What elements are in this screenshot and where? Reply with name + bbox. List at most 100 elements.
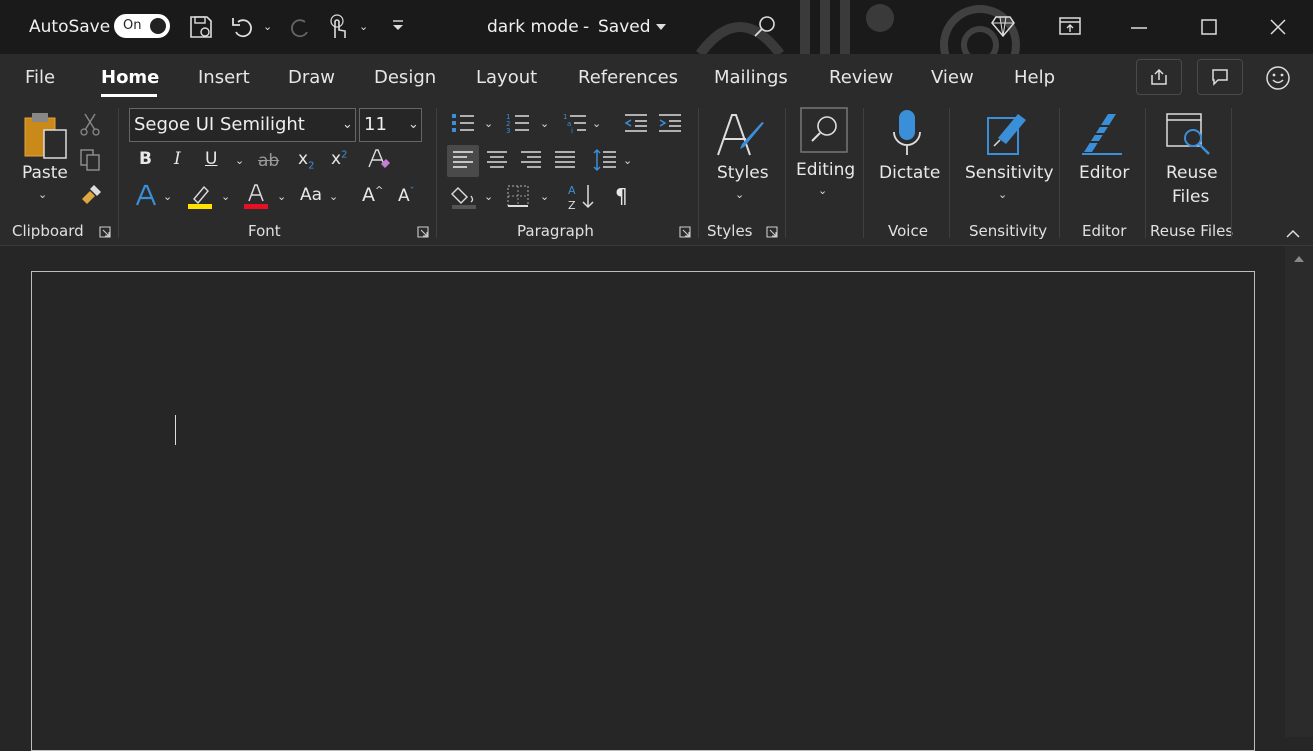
tab-review[interactable]: Review [829,54,893,102]
editor-icon[interactable] [1078,108,1128,156]
styles-label[interactable]: Styles [717,163,769,183]
sensitivity-icon[interactable] [984,108,1030,156]
numbering-icon[interactable]: 123 [505,111,531,135]
styles-dropdown-icon[interactable]: ⌄ [735,188,744,201]
scroll-up-icon[interactable] [1293,254,1305,264]
editing-dropdown-icon[interactable]: ⌄ [818,184,827,197]
styles-launcher-icon[interactable] [766,226,778,238]
underline-dropdown-icon[interactable]: ⌄ [235,154,244,167]
reuse-label-line2[interactable]: Files [1172,187,1209,207]
reuse-label-line1[interactable]: Reuse [1166,163,1218,183]
align-right-icon[interactable] [519,148,543,172]
borders-dropdown-icon[interactable]: ⌄ [540,190,549,203]
paragraph-launcher-icon[interactable] [679,226,691,238]
bullets-dropdown-icon[interactable]: ⌄ [484,117,493,130]
tab-insert[interactable]: Insert [198,54,250,102]
format-painter-icon[interactable] [78,182,104,208]
save-status[interactable]: Saved [598,0,651,54]
font-color-icon[interactable] [242,182,270,210]
autosave-toggle[interactable]: On [114,14,170,38]
numbering-dropdown-icon[interactable]: ⌄ [540,117,549,130]
title-dropdown-icon[interactable] [655,22,667,32]
maximize-icon[interactable] [1201,19,1217,35]
ribbon-display-icon[interactable] [1058,15,1082,37]
justify-icon[interactable] [553,148,577,172]
share-button[interactable] [1136,59,1182,95]
superscript-icon[interactable]: x2 [331,149,347,169]
line-spacing-icon[interactable] [592,147,618,173]
tab-view[interactable]: View [931,54,974,102]
editor-label[interactable]: Editor [1079,163,1129,183]
change-case-dropdown-icon[interactable]: ⌄ [329,190,338,203]
touch-mode-icon[interactable] [325,12,351,42]
dictate-label[interactable]: Dictate [879,163,940,183]
strikethrough-icon[interactable]: ab [258,151,279,171]
align-center-icon[interactable] [485,148,509,172]
text-effects-dropdown-icon[interactable]: ⌄ [163,190,172,203]
styles-icon[interactable] [714,111,766,159]
diamond-icon[interactable] [990,14,1016,38]
borders-icon[interactable] [506,184,530,208]
multilevel-dropdown-icon[interactable]: ⌄ [592,117,601,130]
increase-indent-icon[interactable] [657,111,683,135]
editing-search-icon[interactable] [800,107,848,153]
font-size-dropdown-icon[interactable]: ⌄ [408,117,419,132]
underline-icon[interactable]: U [205,149,217,169]
undo-dropdown-icon[interactable]: ⌄ [263,20,272,33]
shading-icon[interactable] [450,183,478,211]
paste-dropdown-icon[interactable]: ⌄ [38,188,47,201]
bold-icon[interactable]: B [139,149,152,169]
undo-icon[interactable] [230,14,256,40]
font-name-dropdown-icon[interactable]: ⌄ [342,117,353,132]
grow-font-icon[interactable]: A^ [362,184,383,206]
sort-icon[interactable]: A Z [566,182,596,212]
sensitivity-label[interactable]: Sensitivity [965,163,1054,183]
minimize-icon[interactable] [1130,26,1148,30]
show-formatting-marks-icon[interactable]: ¶ [615,184,628,208]
subscript-icon[interactable]: x2 [298,149,314,171]
document-title[interactable]: dark mode [487,0,579,54]
microphone-icon[interactable] [890,108,924,158]
shading-dropdown-icon[interactable]: ⌄ [484,190,493,203]
touch-mode-dropdown-icon[interactable]: ⌄ [359,20,368,33]
sensitivity-dropdown-icon[interactable]: ⌄ [998,188,1007,201]
change-case-icon[interactable]: Aa [300,185,322,205]
multilevel-list-icon[interactable]: 1ai [562,111,588,135]
align-left-icon[interactable] [451,148,475,172]
editing-label[interactable]: Editing [796,160,855,180]
tab-design[interactable]: Design [374,54,436,102]
shrink-font-icon[interactable]: Aˇ [398,186,415,206]
feedback-smiley-icon[interactable] [1265,65,1291,91]
tab-draw[interactable]: Draw [288,54,335,102]
reuse-files-icon[interactable] [1165,112,1213,158]
decrease-indent-icon[interactable] [623,111,649,135]
document-page[interactable] [31,271,1255,751]
comments-button[interactable] [1197,59,1243,95]
font-name-select[interactable]: Segoe UI Semilight [129,108,356,142]
tab-references[interactable]: References [578,54,678,102]
cut-icon[interactable] [80,112,100,136]
customize-qat-icon[interactable] [390,18,406,34]
tab-file[interactable]: File [25,54,55,102]
clipboard-launcher-icon[interactable] [99,226,111,238]
bullets-icon[interactable] [450,111,476,135]
text-effects-icon[interactable] [133,183,159,209]
clear-formatting-icon[interactable] [366,147,392,173]
tab-mailings[interactable]: Mailings [714,54,788,102]
font-color-dropdown-icon[interactable]: ⌄ [277,190,286,203]
save-icon[interactable] [188,14,214,40]
paste-label[interactable]: Paste [22,163,68,183]
close-icon[interactable] [1270,19,1286,35]
font-launcher-icon[interactable] [417,226,429,238]
highlight-dropdown-icon[interactable]: ⌄ [221,190,230,203]
tab-layout[interactable]: Layout [476,54,537,102]
line-spacing-dropdown-icon[interactable]: ⌄ [623,154,632,167]
tab-help[interactable]: Help [1014,54,1055,102]
collapse-ribbon-icon[interactable] [1285,228,1301,240]
vertical-scrollbar[interactable] [1285,246,1313,737]
paste-icon[interactable] [22,110,68,160]
italic-icon[interactable]: I [174,149,181,169]
search-icon[interactable] [752,14,778,40]
copy-icon[interactable] [78,148,102,172]
highlight-color-icon[interactable] [186,182,214,210]
